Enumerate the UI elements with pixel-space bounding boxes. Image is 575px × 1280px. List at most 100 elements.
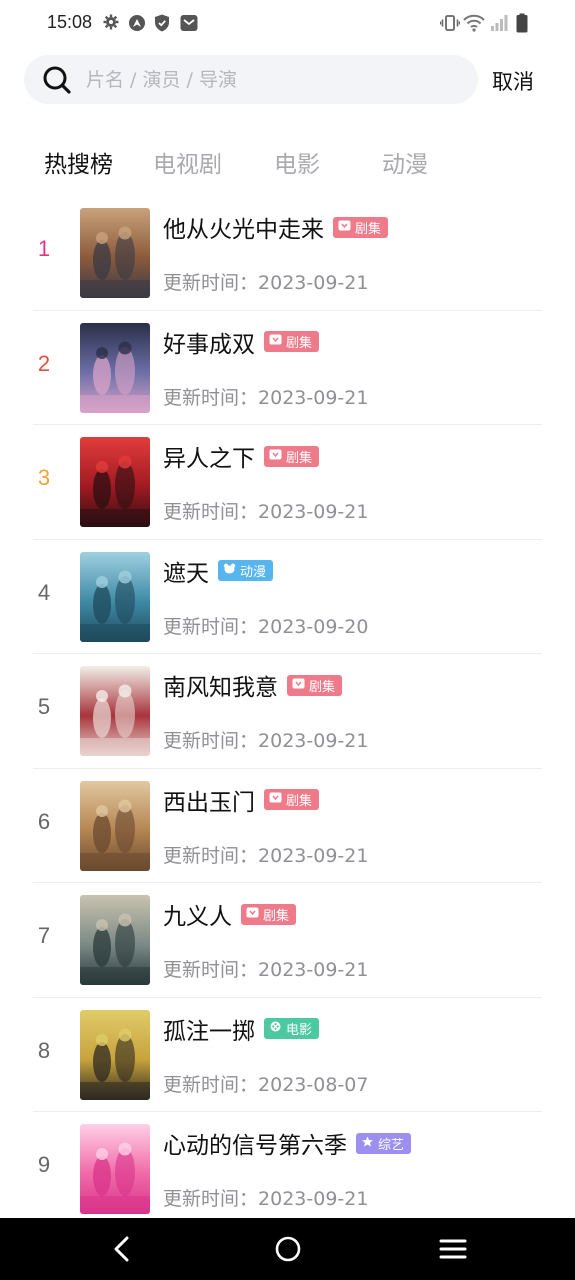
mail-icon [180,14,198,36]
category-badge: 剧集 [333,216,389,238]
list-item[interactable]: 4 遮天 动漫更新时间：2023-09-20 [0,540,575,654]
drama-badge-icon [292,678,309,693]
category-badge: 剧集 [264,331,320,352]
show-title[interactable]: 九义人 [163,897,232,931]
tab-anime[interactable]: 动漫 [382,145,428,179]
show-title[interactable]: 心动的信号第六季 [163,1126,347,1160]
update-date: 2023-09-21 [258,959,369,981]
rank-number: 5 [37,694,51,719]
title-line: 九义人 剧集 [163,897,297,931]
badge-label: 剧集 [355,221,382,237]
update-time: 更新时间：2023-09-21 [163,726,368,753]
category-badge: 剧集 [264,445,320,467]
title-line: 孤注一掷 电影 [163,1012,320,1046]
update-date: 2023-09-21 [258,386,369,409]
battery-icon [516,13,528,37]
wifi-icon [463,13,485,37]
poster-image[interactable] [80,322,150,413]
menu-icon[interactable] [439,1235,467,1267]
tab-hot-search[interactable]: 热搜榜 [44,145,113,179]
badge-label: 综艺 [378,1137,405,1153]
system-navigation-bar [0,1218,575,1280]
show-title[interactable]: 西出玉门 [163,783,255,817]
show-title[interactable]: 孤注一掷 [163,1012,255,1046]
update-time-label: 更新时间： [163,501,259,523]
category-badge: 电影 [264,1018,320,1039]
navigation-app-icon [128,14,146,36]
update-time: 更新时间：2023-09-21 [163,1184,368,1211]
poster-image[interactable] [80,551,150,642]
rank-number: 3 [37,465,51,490]
update-time: 更新时间：2023-09-21 [163,841,368,868]
title-line: 南风知我意 剧集 [163,668,343,702]
show-title[interactable]: 南风知我意 [163,668,278,702]
tab-movies[interactable]: 电影 [274,145,320,179]
update-time-label: 更新时间： [163,386,259,409]
search-icon [42,65,72,95]
category-badge: 剧集 [264,789,320,810]
poster-image[interactable] [80,1009,150,1100]
show-title[interactable]: 好事成双 [163,325,255,359]
shield-icon [154,14,170,36]
title-line: 西出玉门 剧集 [163,783,320,817]
poster-image[interactable] [80,895,150,985]
rank-number: 7 [37,923,51,948]
search-bar[interactable] [24,55,478,104]
poster-image[interactable] [80,666,150,756]
list-item[interactable]: 2 好事成双 剧集 更新时间：2023-09-21 [0,311,575,425]
title-line: 异人之下 剧集 [163,439,320,473]
poster-image[interactable] [80,208,150,298]
drama-badge-icon [269,334,286,349]
badge-label: 动漫 [240,565,267,580]
title-line: 心动的信号第六季 综艺 [163,1126,412,1160]
list-item[interactable]: 3 异人之下 剧集更新时间：2023-09-21 [0,425,575,540]
rank-number: 6 [37,808,51,834]
status-time: 15:08 [47,12,93,32]
back-icon[interactable] [110,1235,134,1267]
list-item[interactable]: 7 九义人 剧集更新时间：2023-09-21 [0,883,575,998]
update-time-label: 更新时间： [163,730,259,752]
update-date: 2023-08-07 [258,1073,369,1096]
update-date: 2023-09-21 [258,730,369,752]
update-date: 2023-09-21 [258,272,369,294]
rank-number: 8 [37,1037,51,1063]
badge-label: 剧集 [286,450,313,466]
category-badge: 综艺 [356,1132,412,1154]
list-item[interactable]: 8 孤注一掷 电影更新时间：2023-08-07 [0,998,575,1112]
drama-badge-icon [338,220,355,235]
list-item[interactable]: 6 西出玉门 剧集更新时间：2023-09-21 [0,769,575,883]
cancel-button[interactable]: 取消 [492,66,534,96]
update-time-label: 更新时间： [163,1073,259,1096]
update-time: 更新时间：2023-08-07 [163,1070,368,1097]
update-time: 更新时间：2023-09-21 [163,955,368,982]
show-title[interactable]: 他从火光中走来 [163,210,324,244]
update-time-label: 更新时间： [163,1188,259,1210]
update-time: 更新时间：2023-09-20 [163,612,368,639]
update-date: 2023-09-20 [258,615,369,638]
list-item[interactable]: 1 他从火光中走来 剧集 更新时间：2023-09-21 [0,196,575,311]
category-badge: 剧集 [287,674,343,696]
poster-image[interactable] [80,437,150,527]
badge-label: 剧集 [286,794,313,809]
poster-image[interactable] [80,780,150,871]
category-badge: 动漫 [218,560,274,581]
tab-tv-series[interactable]: 电视剧 [153,145,222,179]
list-item[interactable]: 9 心动的信号第六季 综艺 更新时间：2023-09-21 [0,1112,575,1227]
poster-image[interactable] [80,1124,150,1214]
list-item[interactable]: 5 南风知我意 剧集更新时间：2023-09-21 [0,654,575,769]
show-title[interactable]: 异人之下 [163,439,255,473]
title-line: 好事成双 剧集 [163,325,320,359]
anime-badge-icon [223,563,240,578]
status-bar: 15:08 [0,0,575,48]
update-time-label: 更新时间： [163,959,259,981]
settings-icon [103,14,119,34]
badge-label: 剧集 [263,908,290,924]
update-time-label: 更新时间： [163,272,259,294]
rank-number: 4 [37,579,51,605]
show-title[interactable]: 遮天 [163,554,209,588]
update-time: 更新时间：2023-09-21 [163,497,368,524]
update-date: 2023-09-21 [258,844,369,867]
movie-badge-icon [269,1021,286,1036]
search-input[interactable] [86,55,466,104]
home-icon[interactable] [274,1235,302,1267]
